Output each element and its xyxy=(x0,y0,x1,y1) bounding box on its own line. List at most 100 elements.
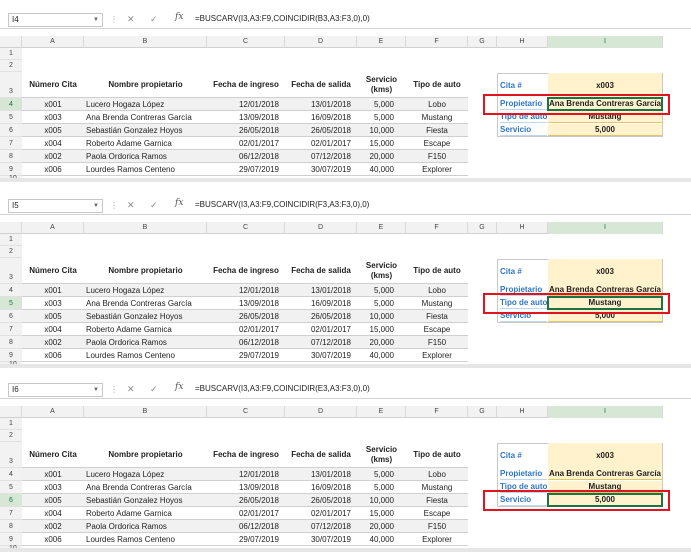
table-cell[interactable]: x006 xyxy=(24,349,82,362)
table-cell[interactable]: 29/07/2019 xyxy=(209,163,283,176)
column-header-i[interactable]: I xyxy=(548,406,663,418)
table-cell[interactable]: x003 xyxy=(24,481,82,494)
table-cell[interactable]: Fiesta xyxy=(408,310,466,323)
row-header-7[interactable]: 7 xyxy=(0,137,22,150)
table-cell[interactable]: 02/01/2017 xyxy=(209,507,283,520)
table-cell[interactable]: 5,000 xyxy=(359,481,404,494)
lookup-value[interactable]: 5,000 xyxy=(548,124,662,136)
table-header-cell[interactable]: Fecha de salida xyxy=(285,442,357,468)
table-cell[interactable]: 02/01/2017 xyxy=(287,507,355,520)
table-cell[interactable]: 40,000 xyxy=(359,349,404,362)
column-header-g[interactable]: G xyxy=(468,222,497,234)
table-cell[interactable]: x003 xyxy=(24,297,82,310)
table-header-cell[interactable]: Tipo de auto xyxy=(406,72,468,98)
table-cell[interactable]: 5,000 xyxy=(359,98,404,111)
table-cell[interactable]: 10,000 xyxy=(359,494,404,507)
table-header-cell[interactable]: Tipo de auto xyxy=(406,442,468,468)
table-cell[interactable]: x001 xyxy=(24,468,82,481)
table-cell[interactable]: x004 xyxy=(24,137,82,150)
row-header-3[interactable]: 3 xyxy=(0,258,22,284)
insert-function-icon[interactable]: fx xyxy=(175,12,183,22)
column-header-h[interactable]: H xyxy=(497,406,548,418)
table-cell[interactable]: 07/12/2018 xyxy=(287,520,355,533)
table-cell[interactable]: x002 xyxy=(24,336,82,349)
table-cell[interactable]: Lourdes Ramos Centeno xyxy=(86,533,205,546)
table-cell[interactable]: 30/07/2019 xyxy=(287,533,355,546)
table-cell[interactable]: 06/12/2018 xyxy=(209,520,283,533)
table-cell[interactable]: Lucero Hogaza López xyxy=(86,284,205,297)
table-cell[interactable]: Mustang xyxy=(408,297,466,310)
table-cell[interactable]: Ana Brenda Contreras García xyxy=(86,111,205,124)
table-cell[interactable]: 29/07/2019 xyxy=(209,533,283,546)
column-header-d[interactable]: D xyxy=(285,406,357,418)
column-header-b[interactable]: B xyxy=(84,36,207,48)
column-header-f[interactable]: F xyxy=(406,36,468,48)
table-cell[interactable]: Roberto Adame Garnica xyxy=(86,137,205,150)
table-cell[interactable]: 20,000 xyxy=(359,150,404,163)
row-header-4[interactable]: 4 xyxy=(0,284,22,297)
column-header-b[interactable]: B xyxy=(84,406,207,418)
table-cell[interactable]: Ana Brenda Contreras García xyxy=(86,481,205,494)
row-header-2[interactable]: 2 xyxy=(0,430,22,442)
table-cell[interactable]: x001 xyxy=(24,98,82,111)
table-cell[interactable]: x005 xyxy=(24,494,82,507)
table-header-cell[interactable]: Fecha de salida xyxy=(285,258,357,284)
table-cell[interactable]: 30/07/2019 xyxy=(287,163,355,176)
table-cell[interactable]: 07/12/2018 xyxy=(287,336,355,349)
table-cell[interactable]: x004 xyxy=(24,507,82,520)
table-cell[interactable]: 26/05/2018 xyxy=(287,124,355,137)
table-cell[interactable]: 13/09/2018 xyxy=(209,481,283,494)
table-header-cell[interactable]: Número Cita xyxy=(22,72,84,98)
column-header-b[interactable]: B xyxy=(84,222,207,234)
row-header-7[interactable]: 7 xyxy=(0,507,22,520)
column-header-d[interactable]: D xyxy=(285,36,357,48)
row-header-8[interactable]: 8 xyxy=(0,150,22,163)
lookup-label[interactable]: Propietario xyxy=(500,468,547,480)
table-cell[interactable]: 06/12/2018 xyxy=(209,150,283,163)
lookup-value[interactable]: Ana Brenda Contreras García xyxy=(548,468,662,480)
table-cell[interactable]: 26/05/2018 xyxy=(287,310,355,323)
table-cell[interactable]: 15,000 xyxy=(359,323,404,336)
name-box[interactable]: I4 ▼ xyxy=(8,13,103,27)
chevron-down-icon[interactable]: ▼ xyxy=(93,200,99,212)
table-cell[interactable]: 26/05/2018 xyxy=(209,310,283,323)
table-cell[interactable]: x002 xyxy=(24,520,82,533)
table-cell[interactable]: 5,000 xyxy=(359,468,404,481)
table-cell[interactable]: x001 xyxy=(24,284,82,297)
table-cell[interactable]: Mustang xyxy=(408,481,466,494)
table-cell[interactable]: Ana Brenda Contreras García xyxy=(86,297,205,310)
table-cell[interactable]: 29/07/2019 xyxy=(209,349,283,362)
table-header-cell[interactable]: Fecha de ingreso xyxy=(207,258,285,284)
cancel-icon[interactable]: ✕ xyxy=(127,199,135,211)
table-header-cell[interactable]: Número Cita xyxy=(22,258,84,284)
row-header-8[interactable]: 8 xyxy=(0,520,22,533)
table-cell[interactable]: 20,000 xyxy=(359,336,404,349)
column-header-i[interactable]: I xyxy=(548,36,663,48)
table-cell[interactable]: 26/05/2018 xyxy=(209,494,283,507)
row-header-5[interactable]: 5 xyxy=(0,297,22,310)
table-cell[interactable]: 30/07/2019 xyxy=(287,349,355,362)
table-header-cell[interactable]: Servicio (kms) xyxy=(357,72,406,98)
check-icon[interactable]: ✓ xyxy=(150,13,158,25)
column-header-a[interactable]: A xyxy=(22,36,84,48)
table-cell[interactable]: 15,000 xyxy=(359,507,404,520)
table-header-cell[interactable]: Número Cita xyxy=(22,442,84,468)
column-header-c[interactable]: C xyxy=(207,222,285,234)
table-cell[interactable]: 12/01/2018 xyxy=(209,468,283,481)
row-header-2[interactable]: 2 xyxy=(0,60,22,72)
table-cell[interactable]: 10,000 xyxy=(359,310,404,323)
row-header-5[interactable]: 5 xyxy=(0,481,22,494)
table-header-cell[interactable]: Tipo de auto xyxy=(406,258,468,284)
row-header-1[interactable]: 1 xyxy=(0,234,22,246)
formula-input[interactable]: =BUSCARV(I3,A3:F9,COINCIDIR(B3,A3:F3,0),… xyxy=(195,13,370,25)
table-cell[interactable]: Explorer xyxy=(408,349,466,362)
table-cell[interactable]: Lucero Hogaza López xyxy=(86,98,205,111)
row-header-1[interactable]: 1 xyxy=(0,48,22,60)
table-cell[interactable]: Explorer xyxy=(408,163,466,176)
chevron-down-icon[interactable]: ▼ xyxy=(93,384,99,396)
column-header-f[interactable]: F xyxy=(406,222,468,234)
table-cell[interactable]: Sebastián Gonzalez Hoyos xyxy=(86,124,205,137)
column-header-e[interactable]: E xyxy=(357,406,406,418)
row-header-7[interactable]: 7 xyxy=(0,323,22,336)
table-cell[interactable]: 10,000 xyxy=(359,124,404,137)
